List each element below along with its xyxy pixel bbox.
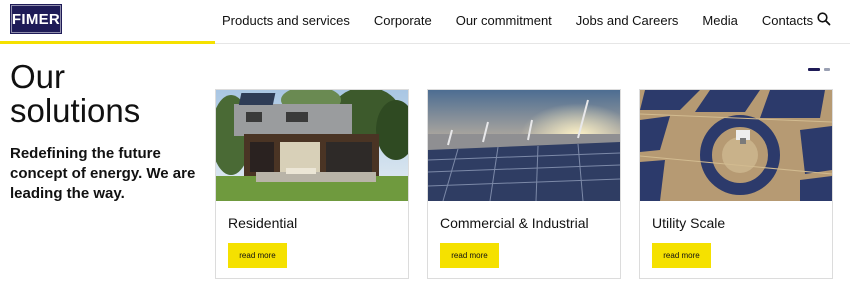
page-title-line-2: solutions bbox=[10, 92, 141, 129]
nav-item-our-commitment[interactable]: Our commitment bbox=[456, 13, 552, 28]
solution-card-residential[interactable]: Residential read more bbox=[215, 89, 409, 279]
search-icon bbox=[817, 12, 831, 26]
main-nav: Products and services Corporate Our comm… bbox=[222, 13, 813, 28]
site-header: FIMER Products and services Corporate Ou… bbox=[0, 0, 850, 44]
slider-dot-1[interactable] bbox=[808, 68, 820, 71]
page-title-line-1: Our bbox=[10, 58, 66, 95]
solution-card-utility-scale[interactable]: Utility Scale read more bbox=[639, 89, 833, 279]
nav-item-products-and-services[interactable]: Products and services bbox=[222, 13, 350, 28]
card-image-residential bbox=[216, 90, 408, 201]
slider-dot-2[interactable] bbox=[824, 68, 830, 71]
card-title-residential: Residential bbox=[228, 215, 298, 231]
fimer-logo[interactable]: FIMER bbox=[10, 4, 62, 34]
page-title: Our solutions bbox=[10, 60, 210, 128]
read-more-button-commercial-industrial[interactable]: read more bbox=[440, 243, 499, 268]
accent-underline bbox=[0, 41, 215, 44]
nav-item-corporate[interactable]: Corporate bbox=[374, 13, 432, 28]
page-subtitle: Redefining the future concept of energy.… bbox=[10, 145, 196, 202]
card-image-commercial-industrial bbox=[428, 90, 620, 201]
read-more-button-utility-scale[interactable]: read more bbox=[652, 243, 711, 268]
card-title-commercial-industrial: Commercial & Industrial bbox=[440, 215, 589, 231]
search-button[interactable] bbox=[816, 11, 832, 27]
solution-card-commercial-industrial[interactable]: Commercial & Industrial read more bbox=[427, 89, 621, 279]
card-image-utility-scale bbox=[640, 90, 832, 201]
nav-item-jobs-and-careers[interactable]: Jobs and Careers bbox=[576, 13, 679, 28]
slider-pagination bbox=[808, 68, 830, 71]
nav-item-media[interactable]: Media bbox=[702, 13, 737, 28]
card-title-utility-scale: Utility Scale bbox=[652, 215, 726, 231]
read-more-button-residential[interactable]: read more bbox=[228, 243, 287, 268]
logo-text: FIMER bbox=[11, 10, 61, 28]
nav-item-contacts[interactable]: Contacts bbox=[762, 13, 813, 28]
